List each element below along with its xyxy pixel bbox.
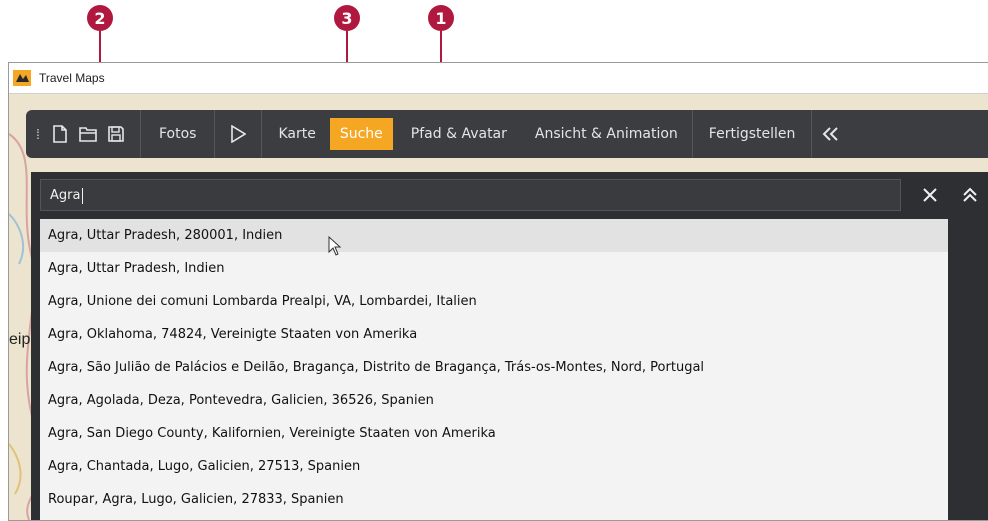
app-logo-icon [13,70,31,86]
search-result-item[interactable]: Agra, São Julião de Palácios e Deilão, B… [40,351,948,384]
tab-fertigstellen[interactable]: Fertigstellen [693,110,812,158]
main-toolbar: ⁞ Fotos Karte Suche Pfad & Avatar Ansich… [26,110,988,158]
search-result-item[interactable]: Agra, San Diego County, Kalifornien, Ver… [40,417,948,450]
search-result-item[interactable]: Agra, Agolada, Deza, Pontevedra, Galicie… [40,384,948,417]
tab-suche[interactable]: Suche [329,118,393,150]
search-result-item[interactable]: Agra, Oklahoma, 74824, Vereinigte Staate… [40,318,948,351]
tab-ansicht-animation[interactable]: Ansicht & Animation [521,110,692,158]
callout-1: 1 [428,5,454,31]
grip-dots-icon[interactable]: ⁞ [30,110,46,158]
mouse-pointer-icon [328,236,342,256]
open-folder-icon[interactable] [74,110,102,158]
play-icon[interactable] [215,110,261,158]
search-result-item[interactable]: Agra, Chantada, Lugo, Galicien, 27513, S… [40,450,948,483]
tab-fotos[interactable]: Fotos [141,110,214,158]
search-result-item[interactable]: Agra, Uttar Pradesh, Indien [40,252,948,285]
callout-2: 2 [87,5,113,31]
search-input[interactable] [40,179,901,211]
search-result-item[interactable]: Agra, Uttar Pradesh, 280001, Indien [40,219,948,252]
search-result-item[interactable]: Roupar, Agra, Lugo, Galicien, 27833, Spa… [40,483,948,516]
chevron-up-icon[interactable] [955,180,985,210]
search-result-item[interactable]: Agra, Unione dei comuni Lombarda Prealpi… [40,285,948,318]
search-panel: Agra, Uttar Pradesh, 280001, Indien Agra… [31,172,988,520]
close-icon[interactable] [915,180,945,210]
save-icon[interactable] [102,110,130,158]
map-view[interactable]: eip ⁞ Fotos Karte Suche Pfad & Avatar An… [9,94,988,520]
search-results-list: Agra, Uttar Pradesh, 280001, Indien Agra… [40,219,948,520]
title-bar: Travel Maps [9,63,988,94]
app-window: Travel Maps eip ⁞ Fotos Karte Suche Pfad… [8,62,988,521]
tab-pfad-avatar[interactable]: Pfad & Avatar [397,110,521,158]
text-caret [82,188,83,204]
new-file-icon[interactable] [46,110,74,158]
callout-3: 3 [334,5,360,31]
window-title: Travel Maps [39,71,105,85]
double-chevron-left-icon[interactable] [812,110,848,158]
map-place-label: eip [9,331,31,348]
tab-karte[interactable]: Karte [262,110,325,158]
